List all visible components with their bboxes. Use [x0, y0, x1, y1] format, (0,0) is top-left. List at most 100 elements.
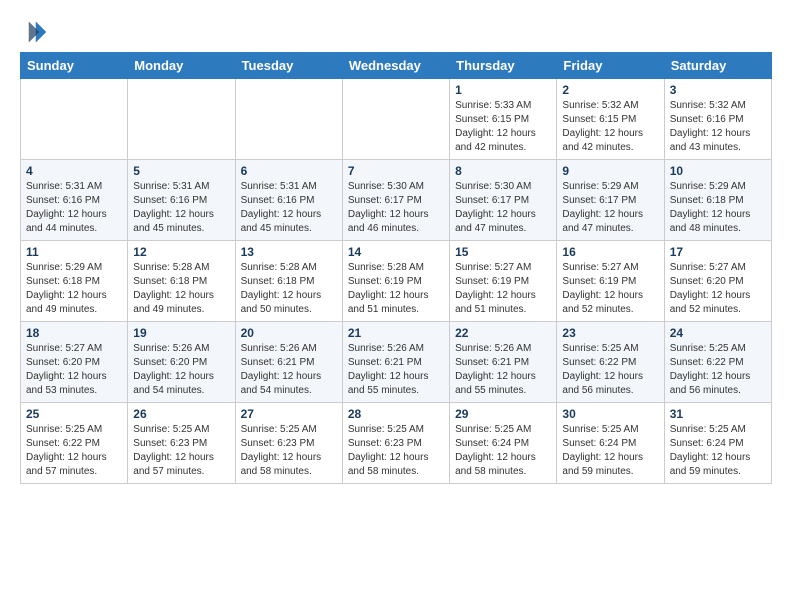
- day-cell: 26 Sunrise: 5:25 AM Sunset: 6:23 PM Dayli…: [128, 403, 235, 484]
- day-info: Sunrise: 5:27 AM Sunset: 6:20 PM Dayligh…: [670, 261, 766, 317]
- week-row-3: 11 Sunrise: 5:29 AM Sunset: 6:18 PM Dayli…: [21, 241, 772, 322]
- day-number: 12: [133, 245, 229, 259]
- weekday-header-wednesday: Wednesday: [342, 53, 449, 79]
- day-info: Sunrise: 5:26 AM Sunset: 6:21 PM Dayligh…: [455, 342, 551, 398]
- day-number: 10: [670, 164, 766, 178]
- day-info: Sunrise: 5:32 AM Sunset: 6:15 PM Dayligh…: [562, 99, 658, 155]
- day-cell: 23Sunrise: 5:25 AM Sunset: 6:22 PM Dayli…: [557, 322, 664, 403]
- week-row-1: 1 Sunrise: 5:33 AM Sunset: 6:15 PM Daylig…: [21, 79, 772, 160]
- day-number: 7: [348, 164, 444, 178]
- day-cell: 31Sunrise: 5:25 AM Sunset: 6:24 PM Dayli…: [664, 403, 771, 484]
- day-info: Sunrise: 5:27 AM Sunset: 6:20 PM Dayligh…: [26, 342, 122, 398]
- day-cell: 20Sunrise: 5:26 AM Sunset: 6:21 PM Dayli…: [235, 322, 342, 403]
- weekday-header-tuesday: Tuesday: [235, 53, 342, 79]
- day-cell: 22 Sunrise: 5:26 AM Sunset: 6:21 PM Dayli…: [450, 322, 557, 403]
- day-cell: 10 Sunrise: 5:29 AM Sunset: 6:18 PM Dayli…: [664, 160, 771, 241]
- day-number: 24: [670, 326, 766, 340]
- weekday-header-thursday: Thursday: [450, 53, 557, 79]
- day-info: Sunrise: 5:30 AM Sunset: 6:17 PM Dayligh…: [348, 180, 444, 236]
- day-cell: 19Sunrise: 5:26 AM Sunset: 6:20 PM Dayli…: [128, 322, 235, 403]
- day-info: Sunrise: 5:29 AM Sunset: 6:18 PM Dayligh…: [26, 261, 122, 317]
- calendar-table: SundayMondayTuesdayWednesdayThursdayFrid…: [20, 52, 772, 484]
- day-cell: 4Sunrise: 5:31 AM Sunset: 6:16 PM Daylig…: [21, 160, 128, 241]
- day-cell: [235, 79, 342, 160]
- header: [20, 18, 772, 46]
- day-number: 26: [133, 407, 229, 421]
- day-cell: 12 Sunrise: 5:28 AM Sunset: 6:18 PM Dayli…: [128, 241, 235, 322]
- day-cell: 28 Sunrise: 5:25 AM Sunset: 6:23 PM Dayli…: [342, 403, 449, 484]
- day-info: Sunrise: 5:25 AM Sunset: 6:23 PM Dayligh…: [348, 423, 444, 479]
- day-number: 15: [455, 245, 551, 259]
- day-cell: 1 Sunrise: 5:33 AM Sunset: 6:15 PM Daylig…: [450, 79, 557, 160]
- week-row-5: 25 Sunrise: 5:25 AM Sunset: 6:22 PM Dayli…: [21, 403, 772, 484]
- day-number: 16: [562, 245, 658, 259]
- day-cell: [342, 79, 449, 160]
- day-info: Sunrise: 5:31 AM Sunset: 6:16 PM Dayligh…: [26, 180, 122, 236]
- day-number: 14: [348, 245, 444, 259]
- day-cell: 30 Sunrise: 5:25 AM Sunset: 6:24 PM Dayli…: [557, 403, 664, 484]
- day-cell: 27 Sunrise: 5:25 AM Sunset: 6:23 PM Dayli…: [235, 403, 342, 484]
- weekday-header-sunday: Sunday: [21, 53, 128, 79]
- day-cell: 3Sunrise: 5:32 AM Sunset: 6:16 PM Daylig…: [664, 79, 771, 160]
- day-info: Sunrise: 5:26 AM Sunset: 6:21 PM Dayligh…: [348, 342, 444, 398]
- day-number: 27: [241, 407, 337, 421]
- week-row-4: 18Sunrise: 5:27 AM Sunset: 6:20 PM Dayli…: [21, 322, 772, 403]
- day-cell: 9 Sunrise: 5:29 AM Sunset: 6:17 PM Daylig…: [557, 160, 664, 241]
- day-number: 29: [455, 407, 551, 421]
- day-number: 6: [241, 164, 337, 178]
- day-cell: 7 Sunrise: 5:30 AM Sunset: 6:17 PM Daylig…: [342, 160, 449, 241]
- day-cell: [21, 79, 128, 160]
- day-cell: 15Sunrise: 5:27 AM Sunset: 6:19 PM Dayli…: [450, 241, 557, 322]
- day-number: 5: [133, 164, 229, 178]
- day-number: 8: [455, 164, 551, 178]
- day-cell: 21 Sunrise: 5:26 AM Sunset: 6:21 PM Dayli…: [342, 322, 449, 403]
- day-info: Sunrise: 5:31 AM Sunset: 6:16 PM Dayligh…: [133, 180, 229, 236]
- day-number: 2: [562, 83, 658, 97]
- day-cell: [128, 79, 235, 160]
- weekday-header-row: SundayMondayTuesdayWednesdayThursdayFrid…: [21, 53, 772, 79]
- week-row-2: 4Sunrise: 5:31 AM Sunset: 6:16 PM Daylig…: [21, 160, 772, 241]
- day-cell: 14Sunrise: 5:28 AM Sunset: 6:19 PM Dayli…: [342, 241, 449, 322]
- day-info: Sunrise: 5:33 AM Sunset: 6:15 PM Dayligh…: [455, 99, 551, 155]
- day-info: Sunrise: 5:25 AM Sunset: 6:22 PM Dayligh…: [26, 423, 122, 479]
- day-cell: 18Sunrise: 5:27 AM Sunset: 6:20 PM Dayli…: [21, 322, 128, 403]
- day-info: Sunrise: 5:28 AM Sunset: 6:18 PM Dayligh…: [241, 261, 337, 317]
- day-cell: 5 Sunrise: 5:31 AM Sunset: 6:16 PM Daylig…: [128, 160, 235, 241]
- day-info: Sunrise: 5:28 AM Sunset: 6:18 PM Dayligh…: [133, 261, 229, 317]
- page: SundayMondayTuesdayWednesdayThursdayFrid…: [0, 0, 792, 496]
- day-info: Sunrise: 5:29 AM Sunset: 6:18 PM Dayligh…: [670, 180, 766, 236]
- day-number: 17: [670, 245, 766, 259]
- day-info: Sunrise: 5:25 AM Sunset: 6:22 PM Dayligh…: [670, 342, 766, 398]
- day-cell: 8Sunrise: 5:30 AM Sunset: 6:17 PM Daylig…: [450, 160, 557, 241]
- day-info: Sunrise: 5:25 AM Sunset: 6:23 PM Dayligh…: [133, 423, 229, 479]
- day-cell: 16 Sunrise: 5:27 AM Sunset: 6:19 PM Dayli…: [557, 241, 664, 322]
- day-info: Sunrise: 5:27 AM Sunset: 6:19 PM Dayligh…: [562, 261, 658, 317]
- day-number: 25: [26, 407, 122, 421]
- day-number: 22: [455, 326, 551, 340]
- day-number: 3: [670, 83, 766, 97]
- weekday-header-saturday: Saturday: [664, 53, 771, 79]
- day-info: Sunrise: 5:29 AM Sunset: 6:17 PM Dayligh…: [562, 180, 658, 236]
- logo-icon: [20, 18, 48, 46]
- day-info: Sunrise: 5:25 AM Sunset: 6:24 PM Dayligh…: [670, 423, 766, 479]
- day-info: Sunrise: 5:25 AM Sunset: 6:23 PM Dayligh…: [241, 423, 337, 479]
- day-number: 30: [562, 407, 658, 421]
- day-cell: 24 Sunrise: 5:25 AM Sunset: 6:22 PM Dayli…: [664, 322, 771, 403]
- day-cell: 25 Sunrise: 5:25 AM Sunset: 6:22 PM Dayli…: [21, 403, 128, 484]
- day-number: 11: [26, 245, 122, 259]
- day-info: Sunrise: 5:25 AM Sunset: 6:22 PM Dayligh…: [562, 342, 658, 398]
- day-number: 21: [348, 326, 444, 340]
- day-number: 9: [562, 164, 658, 178]
- weekday-header-monday: Monday: [128, 53, 235, 79]
- day-number: 20: [241, 326, 337, 340]
- day-number: 19: [133, 326, 229, 340]
- day-number: 1: [455, 83, 551, 97]
- day-cell: 13 Sunrise: 5:28 AM Sunset: 6:18 PM Dayli…: [235, 241, 342, 322]
- day-cell: 29 Sunrise: 5:25 AM Sunset: 6:24 PM Dayli…: [450, 403, 557, 484]
- day-info: Sunrise: 5:31 AM Sunset: 6:16 PM Dayligh…: [241, 180, 337, 236]
- logo: [20, 18, 52, 46]
- day-info: Sunrise: 5:25 AM Sunset: 6:24 PM Dayligh…: [562, 423, 658, 479]
- day-number: 28: [348, 407, 444, 421]
- day-number: 13: [241, 245, 337, 259]
- day-info: Sunrise: 5:25 AM Sunset: 6:24 PM Dayligh…: [455, 423, 551, 479]
